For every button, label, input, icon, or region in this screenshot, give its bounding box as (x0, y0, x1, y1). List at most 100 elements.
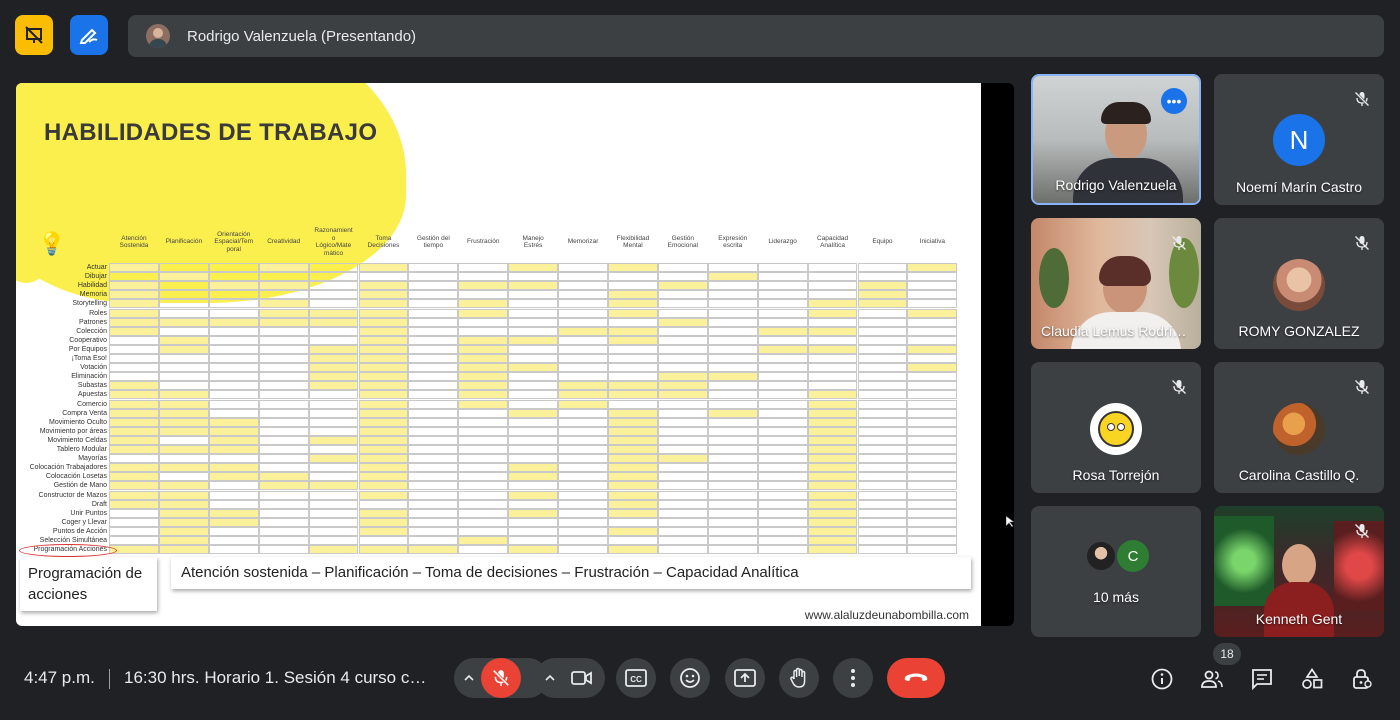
participant-tile[interactable]: Rosa Torrejón (1031, 362, 1201, 493)
table-cell (308, 417, 359, 427)
whiteboard-button[interactable] (70, 15, 108, 55)
table-cell (707, 399, 758, 409)
table-cell (657, 435, 708, 445)
table-cell (608, 508, 658, 518)
table-cell (308, 381, 359, 391)
table-cell (508, 372, 559, 382)
meeting-details-button[interactable] (1142, 659, 1182, 699)
table-cell (458, 299, 509, 309)
table-cell (508, 435, 559, 445)
presenter-title: Rodrigo Valenzuela (Presentando) (187, 27, 417, 45)
table-cell (308, 499, 359, 509)
table-cell (807, 545, 858, 555)
table-cell (558, 390, 608, 400)
table-row-label: Dibujar (84, 273, 107, 281)
table-cell (857, 381, 908, 391)
chevron-up-icon[interactable] (543, 671, 557, 685)
table-cell (358, 499, 409, 509)
table-cell (158, 408, 209, 418)
table-cell (258, 408, 309, 418)
mic-off-icon (1354, 91, 1370, 107)
table-cell (458, 372, 509, 382)
reactions-button[interactable] (670, 658, 710, 698)
participant-tile[interactable]: ROMY GONZALEZ (1214, 218, 1384, 349)
table-cell (308, 435, 359, 445)
activities-button[interactable] (1292, 659, 1332, 699)
participant-name: Carolina Castillo Q. (1238, 467, 1360, 483)
table-cell (707, 263, 758, 273)
table-cell (458, 435, 509, 445)
table-cell (308, 481, 359, 491)
mic-toggle-button[interactable] (481, 658, 521, 698)
table-cell (109, 517, 159, 527)
participant-name: Rosa Torrejón (1072, 467, 1160, 483)
table-cell (408, 290, 459, 300)
table-cell (358, 417, 409, 427)
table-cell (258, 545, 309, 555)
participant-tile[interactable]: Kenneth Gent (1214, 506, 1384, 637)
presentation-off-button[interactable] (15, 15, 53, 55)
chat-button[interactable] (1242, 659, 1282, 699)
camera-icon[interactable] (571, 670, 593, 686)
host-controls-button[interactable] (1342, 659, 1382, 699)
table-cell (358, 454, 409, 464)
table-column-header: Gestión Emocional (667, 234, 699, 250)
table-cell (558, 354, 608, 364)
table-cell (109, 317, 159, 327)
more-options-icon[interactable]: ••• (1161, 88, 1187, 114)
table-cell (158, 390, 209, 400)
table-cell (857, 472, 908, 482)
table-cell (558, 281, 608, 291)
table-cell (807, 445, 858, 455)
table-cell (408, 335, 459, 345)
present-button[interactable] (725, 658, 765, 698)
table-cell (907, 299, 958, 309)
participant-tile[interactable]: Carolina Castillo Q. (1214, 362, 1384, 493)
table-cell (208, 417, 259, 427)
participant-tile[interactable]: ••• Rodrigo Valenzuela (1031, 74, 1201, 205)
table-cell (208, 445, 259, 455)
chevron-up-icon[interactable] (462, 671, 476, 685)
table-cell (258, 381, 309, 391)
table-cell (358, 426, 409, 436)
table-cell (458, 281, 509, 291)
table-cell (608, 272, 658, 282)
table-column-header: Iniciativa (919, 238, 945, 246)
table-cell (308, 472, 359, 482)
table-cell (158, 363, 209, 373)
table-cell (857, 326, 908, 336)
table-cell (558, 263, 608, 273)
table-cell (158, 536, 209, 546)
table-cell (558, 417, 608, 427)
table-cell (508, 508, 559, 518)
more-options-button[interactable] (833, 658, 873, 698)
table-cell (208, 344, 259, 354)
table-cell (109, 372, 159, 382)
svg-text:CC: CC (630, 675, 642, 684)
info-icon (1151, 668, 1173, 690)
table-cell (757, 490, 808, 500)
captions-button[interactable]: CC (616, 658, 656, 698)
leave-call-button[interactable] (887, 658, 945, 698)
table-row-label: Roles (89, 309, 107, 317)
raise-hand-button[interactable] (779, 658, 819, 698)
participant-tile[interactable]: N Noemí Marín Castro (1214, 74, 1384, 205)
table-cell (408, 490, 459, 500)
table-cell (308, 526, 359, 536)
emoji-icon (680, 668, 700, 688)
participant-tile[interactable]: Claudia Lemus Rodríguez (1031, 218, 1201, 349)
table-cell (508, 536, 559, 546)
table-cell (707, 272, 758, 282)
table-cell (757, 517, 808, 527)
more-participants-tile[interactable]: C 10 más (1031, 506, 1201, 637)
table-cell (907, 399, 958, 409)
people-button[interactable] (1192, 659, 1232, 699)
table-cell (757, 408, 808, 418)
website-text: www.alaluzdeunabombilla.com (804, 608, 969, 622)
avatar (146, 24, 170, 48)
table-cell (258, 417, 309, 427)
table-cell (907, 344, 958, 354)
table-cell (109, 472, 159, 482)
table-cell (707, 390, 758, 400)
table-cell (408, 272, 459, 282)
